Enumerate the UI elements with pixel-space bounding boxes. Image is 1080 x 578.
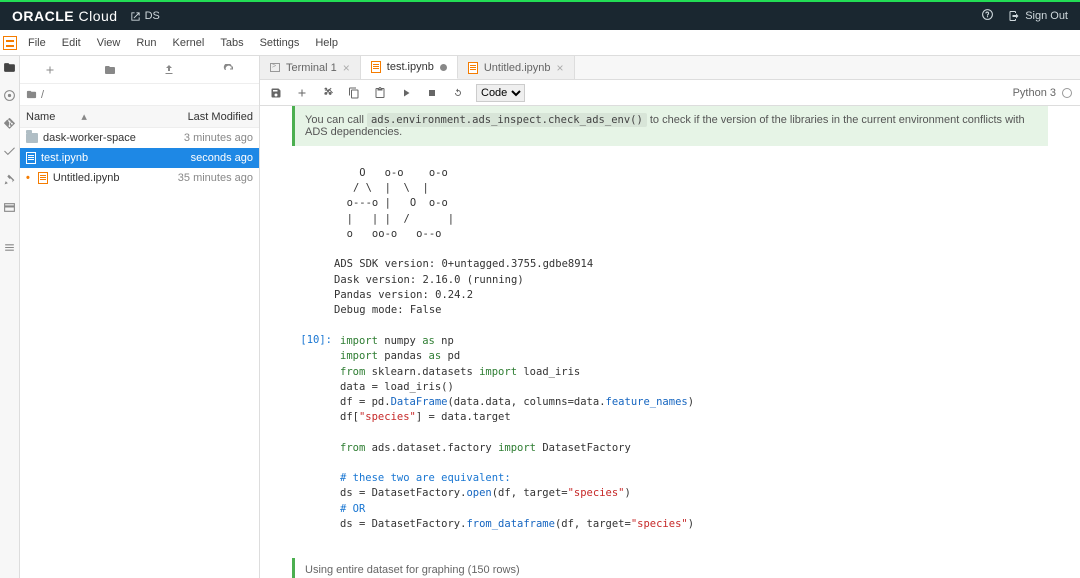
refresh-button[interactable] (214, 64, 244, 76)
file-modified: 3 minutes ago (184, 132, 253, 144)
brand-light: Cloud (79, 8, 118, 24)
kernel-name[interactable]: Python 3 (1013, 87, 1056, 99)
signout-label: Sign Out (1025, 10, 1068, 22)
paste-button[interactable] (372, 85, 388, 101)
menu-kernel[interactable]: Kernel (165, 30, 213, 56)
new-launcher-button[interactable] (35, 64, 65, 76)
file-name: Untitled.ipynb (53, 172, 120, 184)
new-folder-button[interactable] (95, 64, 125, 76)
notebook-icon (371, 61, 381, 73)
file-list-header: Name ▴ Last Modified (20, 106, 259, 128)
cell-prompt: [10]: (292, 332, 340, 546)
stop-button[interactable] (424, 85, 440, 101)
running-icon[interactable] (3, 88, 17, 102)
tabs-icon[interactable] (3, 200, 17, 214)
tab-test-ipynb[interactable]: test.ipynb (361, 56, 458, 79)
folder-icon (26, 89, 37, 100)
header-modified[interactable]: Last Modified (188, 111, 253, 123)
note-pre: You can call (305, 114, 367, 126)
notebook-icon (38, 172, 48, 184)
close-icon[interactable]: × (343, 61, 350, 75)
file-row[interactable]: test.ipynb seconds ago (20, 148, 259, 168)
insert-cell-button[interactable] (294, 85, 310, 101)
menu-help[interactable]: Help (307, 30, 346, 56)
upload-button[interactable] (154, 64, 184, 76)
ds-label: DS (145, 10, 160, 22)
dirty-indicator-icon (440, 64, 447, 71)
menubar-items: FileEditViewRunKernelTabsSettingsHelp (20, 30, 346, 56)
commands-icon[interactable] (3, 144, 17, 158)
note-code: ads.environment.ads_inspect.check_ads_en… (367, 113, 647, 127)
notebook-toolbar: Code Python 3 (260, 80, 1080, 106)
tab-untitled-ipynb[interactable]: Untitled.ipynb × (458, 56, 575, 79)
cell-type-select[interactable]: Code (476, 84, 525, 102)
kernel-indicator-icon[interactable] (1062, 88, 1072, 98)
external-link-icon (130, 11, 141, 22)
tab-label: Terminal 1 (286, 62, 337, 74)
ds-link[interactable]: DS (130, 10, 160, 22)
menu-settings[interactable]: Settings (252, 30, 308, 56)
jupyter-logo (0, 30, 20, 56)
copy-button[interactable] (346, 85, 362, 101)
cut-button[interactable] (320, 85, 336, 101)
jupyter-menubar: FileEditViewRunKernelTabsSettingsHelp (0, 30, 1080, 56)
notebook-pane[interactable]: You can call ads.environment.ads_inspect… (260, 106, 1080, 578)
signout-button[interactable]: Sign Out (1008, 10, 1068, 22)
file-list: dask-worker-space 3 minutes ago test.ipynb… (20, 128, 259, 578)
header-name[interactable]: Name (26, 111, 55, 123)
left-icon-rail (0, 56, 20, 578)
tab-terminal-1[interactable]: Terminal 1 × (260, 56, 361, 79)
brand-bold: ORACLE (12, 8, 74, 24)
sort-caret-icon[interactable]: ▴ (81, 110, 87, 123)
file-row[interactable]: • Untitled.ipynb 35 minutes ago (20, 168, 259, 188)
notebook-icon (468, 62, 478, 74)
ads-env-note: You can call ads.environment.ads_inspect… (292, 106, 1048, 146)
menu-run[interactable]: Run (128, 30, 164, 56)
extension-icon[interactable] (3, 172, 17, 186)
run-button[interactable] (398, 85, 414, 101)
tab-label: Untitled.ipynb (484, 62, 551, 74)
menu-tabs[interactable]: Tabs (212, 30, 251, 56)
tab-label: test.ipynb (387, 61, 434, 73)
breadcrumb[interactable]: / (20, 84, 259, 106)
ascii-output: O o-o o-o / \ | \ | o---o | O o-o | | | … (292, 162, 1048, 332)
git-icon[interactable] (3, 116, 17, 130)
work-area: Terminal 1 × test.ipynb Untitled.ipynb × Cod… (259, 56, 1080, 578)
save-button[interactable] (268, 85, 284, 101)
close-icon[interactable]: × (557, 61, 564, 75)
info-line: Using entire dataset for graphing (150 r… (292, 558, 1048, 578)
code-cell[interactable]: [10]: import numpy as np import pandas a… (292, 332, 1048, 546)
toc-icon[interactable] (3, 240, 17, 254)
restart-button[interactable] (450, 85, 466, 101)
oracle-cloud-topbar: ORACLE Cloud DS Sign Out (0, 0, 1080, 30)
main-area: / Name ▴ Last Modified dask-worker-space… (0, 56, 1080, 578)
file-modified: seconds ago (191, 152, 253, 164)
folder-icon (26, 133, 38, 143)
menu-file[interactable]: File (20, 30, 54, 56)
document-tabbar: Terminal 1 × test.ipynb Untitled.ipynb × (260, 56, 1080, 80)
breadcrumb-root: / (41, 89, 44, 101)
help-icon[interactable] (981, 8, 994, 24)
file-row[interactable]: dask-worker-space 3 minutes ago (20, 128, 259, 148)
notebook-icon (26, 152, 36, 164)
code-body: import numpy as np import pandas as pd f… (340, 332, 1048, 546)
menu-view[interactable]: View (89, 30, 129, 56)
file-name: test.ipynb (41, 152, 88, 164)
file-name: dask-worker-space (43, 132, 136, 144)
menu-edit[interactable]: Edit (54, 30, 89, 56)
file-browser-toolbar (20, 56, 259, 84)
brand-logo: ORACLE Cloud (12, 8, 118, 24)
terminal-icon (270, 63, 280, 72)
file-modified: 35 minutes ago (178, 172, 253, 184)
dirty-dot-icon: • (26, 172, 30, 184)
file-browser-icon[interactable] (3, 60, 17, 74)
file-browser-panel: / Name ▴ Last Modified dask-worker-space… (20, 56, 260, 578)
